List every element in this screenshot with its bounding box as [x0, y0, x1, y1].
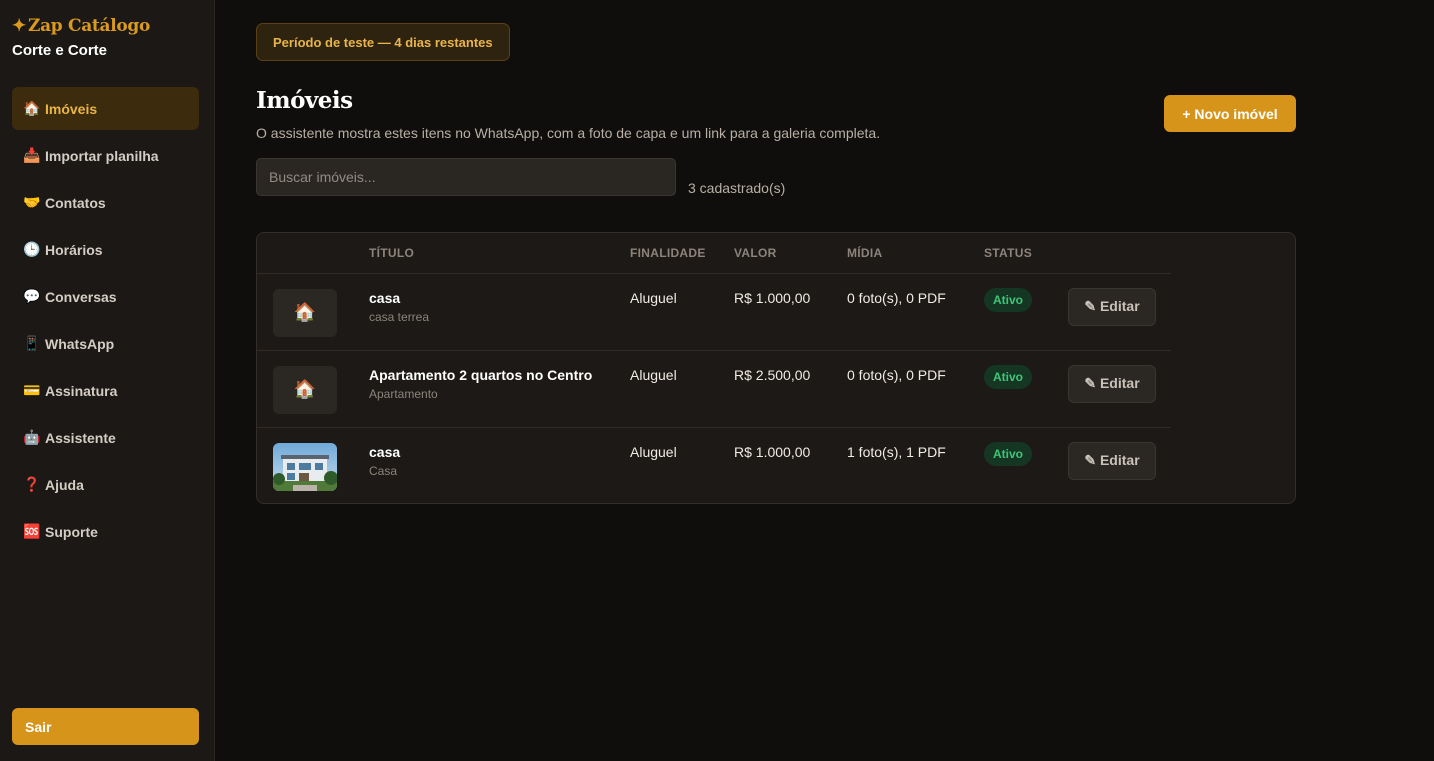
column-header-midia: Mídia [847, 233, 984, 274]
table-row[interactable]: 🏠 Apartamento 2 quartos no Centro Aparta… [257, 350, 1171, 428]
logout-button[interactable]: Sair [12, 708, 199, 745]
finalidade-cell: Aluguel [630, 350, 734, 428]
house-icon: 🏠 [273, 288, 337, 337]
edit-button[interactable]: ✎ Editar [1068, 364, 1156, 403]
house-icon: 🏠 [23, 100, 41, 116]
property-title: Apartamento 2 quartos no Centro [369, 366, 593, 383]
new-property-button[interactable]: + Novo imóvel [1164, 95, 1296, 132]
column-header-status: Status [984, 233, 1066, 274]
valor-cell: R$ 2.500,00 [734, 350, 847, 428]
thumb-cell: 🏠 [257, 350, 369, 428]
action-cell: ✎ Editar [1066, 350, 1171, 428]
clock-icon: 🕒 [23, 241, 41, 257]
status-badge: Ativo [984, 287, 1032, 312]
sidebar-item-assistente[interactable]: 🤖 Assistente [12, 416, 199, 459]
brand: ✦ Zap Catálogo Corte e Corte [12, 16, 150, 59]
sidebar-item-contatos[interactable]: 🤝 Contatos [12, 181, 199, 224]
sidebar-item-label: Contatos [45, 194, 106, 211]
table-row[interactable]: casa Casa Aluguel R$ 1.000,00 1 foto(s),… [257, 427, 1171, 503]
status-cell: Ativo [984, 273, 1066, 351]
sparkle-icon: ✦ [12, 16, 26, 36]
sidebar-item-label: Conversas [45, 288, 117, 305]
status-cell: Ativo [984, 427, 1066, 503]
handshake-icon: 🤝 [23, 194, 41, 210]
sidebar-item-imoveis[interactable]: 🏠 Imóveis [12, 87, 199, 130]
property-count: 3 cadastrado(s) [688, 180, 786, 196]
sidebar-item-label: Imóveis [45, 100, 98, 117]
robot-icon: 🤖 [23, 429, 41, 445]
status-badge: Ativo [984, 364, 1032, 389]
status-cell: Ativo [984, 350, 1066, 428]
properties-table-card: Título Finalidade Valor Mídia Status 🏠 c… [256, 232, 1296, 504]
sidebar-item-suporte[interactable]: 🆘 Suporte [12, 510, 199, 553]
edit-button[interactable]: ✎ Editar [1068, 287, 1156, 326]
midia-cell: 1 foto(s), 1 PDF [847, 443, 946, 460]
valor-cell: R$ 1.000,00 [734, 443, 811, 460]
sidebar-item-label: Suporte [45, 523, 98, 540]
sos-icon: 🆘 [23, 523, 41, 539]
sidebar-item-label: WhatsApp [45, 335, 115, 352]
title-cell: Apartamento 2 quartos no Centro Apartame… [369, 350, 630, 428]
sidebar-item-label: Horários [45, 241, 103, 258]
search-input[interactable] [256, 158, 676, 196]
column-header-finalidade: Finalidade [630, 233, 734, 274]
property-subtitle: Apartamento [369, 386, 438, 401]
page-description: O assistente mostra estes itens no Whats… [256, 125, 881, 141]
sidebar: ✦ Zap Catálogo Corte e Corte 🏠 Imóveis 📥 Im… [0, 0, 215, 761]
property-title: casa [369, 289, 401, 306]
action-cell: ✎ Editar [1066, 273, 1171, 351]
question-mark-icon: ❓ [23, 476, 41, 492]
action-cell: ✎ Editar [1066, 427, 1171, 503]
trial-banner: Período de teste — 4 dias restantes [256, 23, 510, 61]
mobile-phone-icon: 📱 [23, 335, 41, 351]
column-header-titulo: Título [369, 233, 630, 274]
page-title: Imóveis [256, 87, 353, 114]
inbox-tray-icon: 📥 [23, 147, 41, 163]
table-row[interactable]: 🏠 casa casa terrea Aluguel R$ 1.000,00 0… [257, 273, 1171, 351]
sidebar-item-label: Assinatura [45, 382, 118, 399]
property-subtitle: casa terrea [369, 309, 430, 324]
sidebar-item-label: Importar planilha [45, 147, 159, 164]
thumb-cell: 🏠 [257, 273, 369, 351]
finalidade-cell: Aluguel [630, 443, 677, 460]
sidebar-item-whatsapp[interactable]: 📱 WhatsApp [12, 322, 199, 365]
table-header-row: Título Finalidade Valor Mídia Status [257, 233, 1171, 274]
title-cell: casa Casa [369, 427, 630, 503]
sidebar-item-horarios[interactable]: 🕒 Horários [12, 228, 199, 271]
property-photo [273, 442, 337, 491]
thumb-cell [257, 427, 369, 503]
sidebar-item-importar-planilha[interactable]: 📥 Importar planilha [12, 134, 199, 177]
status-badge: Ativo [984, 441, 1032, 466]
credit-card-icon: 💳 [23, 382, 41, 398]
speech-bubble-icon: 💬 [23, 288, 41, 304]
column-header-actions [1066, 233, 1171, 274]
sidebar-nav: 🏠 Imóveis 📥 Importar planilha 🤝 Contatos 🕒 H… [12, 87, 199, 557]
property-title: casa [369, 443, 401, 460]
finalidade-cell: Aluguel [630, 273, 734, 351]
property-subtitle: Casa [369, 463, 398, 478]
valor-cell: R$ 1.000,00 [734, 273, 847, 351]
title-cell: casa casa terrea [369, 273, 630, 351]
midia-cell: 0 foto(s), 0 PDF [847, 273, 984, 351]
sidebar-item-label: Assistente [45, 429, 116, 446]
sidebar-item-conversas[interactable]: 💬 Conversas [12, 275, 199, 318]
properties-table: Título Finalidade Valor Mídia Status 🏠 c… [257, 233, 1171, 503]
brand-name[interactable]: ✦ Zap Catálogo [12, 16, 150, 36]
column-header-thumb [257, 233, 369, 274]
column-header-valor: Valor [734, 233, 847, 274]
house-icon: 🏠 [273, 365, 337, 414]
midia-cell: 0 foto(s), 0 PDF [847, 350, 984, 428]
sidebar-item-assinatura[interactable]: 💳 Assinatura [12, 369, 199, 412]
sidebar-item-label: Ajuda [45, 476, 84, 493]
edit-button[interactable]: ✎ Editar [1068, 441, 1156, 480]
house-photo-icon [273, 442, 337, 491]
company-name: Corte e Corte [12, 42, 108, 59]
sidebar-item-ajuda[interactable]: ❓ Ajuda [12, 463, 199, 506]
brand-label: Zap Catálogo [27, 16, 151, 36]
